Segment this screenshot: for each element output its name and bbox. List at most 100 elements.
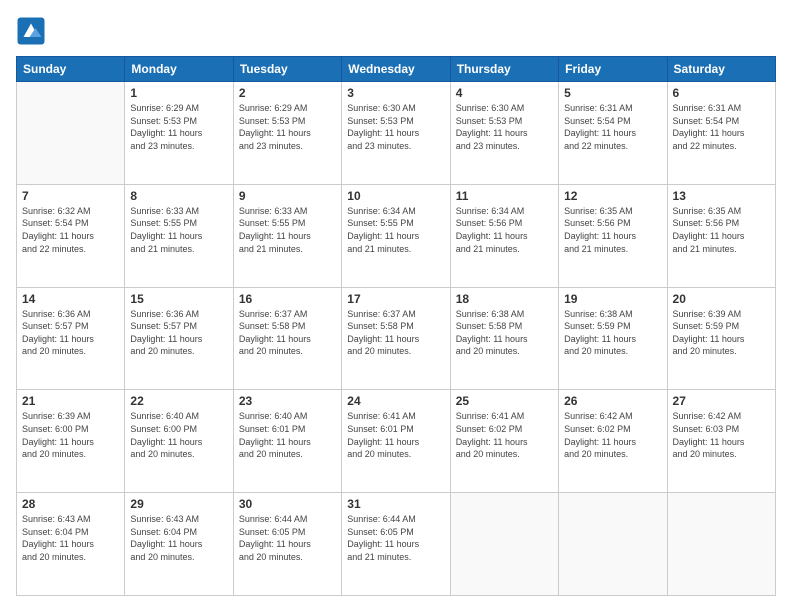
calendar-cell: [17, 82, 125, 185]
day-number: 31: [347, 497, 444, 511]
calendar-cell: 4Sunrise: 6:30 AM Sunset: 5:53 PM Daylig…: [450, 82, 558, 185]
day-info: Sunrise: 6:33 AM Sunset: 5:55 PM Dayligh…: [130, 205, 227, 255]
day-info: Sunrise: 6:29 AM Sunset: 5:53 PM Dayligh…: [239, 102, 336, 152]
day-number: 3: [347, 86, 444, 100]
calendar-table: SundayMondayTuesdayWednesdayThursdayFrid…: [16, 56, 776, 596]
day-number: 2: [239, 86, 336, 100]
day-info: Sunrise: 6:44 AM Sunset: 6:05 PM Dayligh…: [239, 513, 336, 563]
day-number: 15: [130, 292, 227, 306]
day-info: Sunrise: 6:38 AM Sunset: 5:59 PM Dayligh…: [564, 308, 661, 358]
calendar-week-row: 1 Sunrise: 6:29 AM Sunset: 5:53 PM Daylig…: [17, 82, 776, 185]
day-number: 12: [564, 189, 661, 203]
day-number: 9: [239, 189, 336, 203]
day-number: 26: [564, 394, 661, 408]
day-info: Sunrise: 6:37 AM Sunset: 5:58 PM Dayligh…: [347, 308, 444, 358]
day-info: Sunrise: 6:35 AM Sunset: 5:56 PM Dayligh…: [564, 205, 661, 255]
calendar-cell: 21 Sunrise: 6:39 AM Sunset: 6:00 PM Dayli…: [17, 390, 125, 493]
day-number: 10: [347, 189, 444, 203]
day-info: Sunrise: 6:35 AM Sunset: 5:56 PM Dayligh…: [673, 205, 770, 255]
calendar-cell: 22Sunrise: 6:40 AM Sunset: 6:00 PM Dayli…: [125, 390, 233, 493]
day-info: Sunrise: 6:42 AM Sunset: 6:03 PM Dayligh…: [673, 410, 770, 460]
day-info: Sunrise: 6:43 AM Sunset: 6:04 PM Dayligh…: [22, 513, 119, 563]
day-info: Sunrise: 6:44 AM Sunset: 6:05 PM Dayligh…: [347, 513, 444, 563]
day-number: 7: [22, 189, 119, 203]
day-number: 24: [347, 394, 444, 408]
day-info: Sunrise: 6:42 AM Sunset: 6:02 PM Dayligh…: [564, 410, 661, 460]
calendar-header-row: SundayMondayTuesdayWednesdayThursdayFrid…: [17, 57, 776, 82]
calendar-cell: 11Sunrise: 6:34 AM Sunset: 5:56 PM Dayli…: [450, 184, 558, 287]
calendar-cell: 2 Sunrise: 6:29 AM Sunset: 5:53 PM Daylig…: [233, 82, 341, 185]
day-info: Sunrise: 6:29 AM Sunset: 5:53 PM Dayligh…: [130, 102, 227, 152]
column-header-thursday: Thursday: [450, 57, 558, 82]
calendar-cell: 30Sunrise: 6:44 AM Sunset: 6:05 PM Dayli…: [233, 493, 341, 596]
day-number: 23: [239, 394, 336, 408]
calendar-cell: 15Sunrise: 6:36 AM Sunset: 5:57 PM Dayli…: [125, 287, 233, 390]
calendar-cell: 17 Sunrise: 6:37 AM Sunset: 5:58 PM Dayli…: [342, 287, 450, 390]
calendar-cell: 5 Sunrise: 6:31 AM Sunset: 5:54 PM Daylig…: [559, 82, 667, 185]
day-number: 14: [22, 292, 119, 306]
logo: [16, 16, 50, 46]
header: [16, 16, 776, 46]
day-number: 8: [130, 189, 227, 203]
day-info: Sunrise: 6:41 AM Sunset: 6:01 PM Dayligh…: [347, 410, 444, 460]
day-info: Sunrise: 6:31 AM Sunset: 5:54 PM Dayligh…: [564, 102, 661, 152]
column-header-saturday: Saturday: [667, 57, 775, 82]
calendar-cell: 10 Sunrise: 6:34 AM Sunset: 5:55 PM Dayli…: [342, 184, 450, 287]
calendar-cell: 27 Sunrise: 6:42 AM Sunset: 6:03 PM Dayli…: [667, 390, 775, 493]
calendar-cell: 6 Sunrise: 6:31 AM Sunset: 5:54 PM Daylig…: [667, 82, 775, 185]
calendar-cell: 3 Sunrise: 6:30 AM Sunset: 5:53 PM Daylig…: [342, 82, 450, 185]
day-info: Sunrise: 6:33 AM Sunset: 5:55 PM Dayligh…: [239, 205, 336, 255]
day-number: 18: [456, 292, 553, 306]
calendar-cell: 23 Sunrise: 6:40 AM Sunset: 6:01 PM Dayli…: [233, 390, 341, 493]
day-info: Sunrise: 6:34 AM Sunset: 5:55 PM Dayligh…: [347, 205, 444, 255]
calendar-week-row: 14Sunrise: 6:36 AM Sunset: 5:57 PM Dayli…: [17, 287, 776, 390]
day-number: 11: [456, 189, 553, 203]
day-number: 22: [130, 394, 227, 408]
calendar-week-row: 21 Sunrise: 6:39 AM Sunset: 6:00 PM Dayli…: [17, 390, 776, 493]
calendar-cell: 20 Sunrise: 6:39 AM Sunset: 5:59 PM Dayli…: [667, 287, 775, 390]
calendar-cell: 9 Sunrise: 6:33 AM Sunset: 5:55 PM Daylig…: [233, 184, 341, 287]
column-header-monday: Monday: [125, 57, 233, 82]
day-number: 16: [239, 292, 336, 306]
day-info: Sunrise: 6:41 AM Sunset: 6:02 PM Dayligh…: [456, 410, 553, 460]
day-number: 5: [564, 86, 661, 100]
page: SundayMondayTuesdayWednesdayThursdayFrid…: [0, 0, 792, 612]
day-info: Sunrise: 6:39 AM Sunset: 5:59 PM Dayligh…: [673, 308, 770, 358]
calendar-cell: [667, 493, 775, 596]
day-number: 27: [673, 394, 770, 408]
day-number: 19: [564, 292, 661, 306]
day-number: 20: [673, 292, 770, 306]
column-header-sunday: Sunday: [17, 57, 125, 82]
calendar-cell: 16 Sunrise: 6:37 AM Sunset: 5:58 PM Dayli…: [233, 287, 341, 390]
calendar-cell: 13 Sunrise: 6:35 AM Sunset: 5:56 PM Dayli…: [667, 184, 775, 287]
day-info: Sunrise: 6:31 AM Sunset: 5:54 PM Dayligh…: [673, 102, 770, 152]
calendar-cell: 28 Sunrise: 6:43 AM Sunset: 6:04 PM Dayli…: [17, 493, 125, 596]
day-number: 21: [22, 394, 119, 408]
day-info: Sunrise: 6:30 AM Sunset: 5:53 PM Dayligh…: [347, 102, 444, 152]
day-number: 1: [130, 86, 227, 100]
day-number: 6: [673, 86, 770, 100]
day-info: Sunrise: 6:39 AM Sunset: 6:00 PM Dayligh…: [22, 410, 119, 460]
column-header-friday: Friday: [559, 57, 667, 82]
calendar-cell: 14Sunrise: 6:36 AM Sunset: 5:57 PM Dayli…: [17, 287, 125, 390]
calendar-cell: [450, 493, 558, 596]
calendar-cell: 29 Sunrise: 6:43 AM Sunset: 6:04 PM Dayli…: [125, 493, 233, 596]
calendar-cell: 1 Sunrise: 6:29 AM Sunset: 5:53 PM Daylig…: [125, 82, 233, 185]
calendar-cell: 19 Sunrise: 6:38 AM Sunset: 5:59 PM Dayli…: [559, 287, 667, 390]
day-number: 13: [673, 189, 770, 203]
day-info: Sunrise: 6:30 AM Sunset: 5:53 PM Dayligh…: [456, 102, 553, 152]
day-info: Sunrise: 6:32 AM Sunset: 5:54 PM Dayligh…: [22, 205, 119, 255]
day-info: Sunrise: 6:40 AM Sunset: 6:01 PM Dayligh…: [239, 410, 336, 460]
column-header-wednesday: Wednesday: [342, 57, 450, 82]
calendar-week-row: 28 Sunrise: 6:43 AM Sunset: 6:04 PM Dayli…: [17, 493, 776, 596]
day-info: Sunrise: 6:43 AM Sunset: 6:04 PM Dayligh…: [130, 513, 227, 563]
calendar-cell: 12 Sunrise: 6:35 AM Sunset: 5:56 PM Dayli…: [559, 184, 667, 287]
logo-icon: [16, 16, 46, 46]
day-number: 28: [22, 497, 119, 511]
calendar-cell: [559, 493, 667, 596]
day-info: Sunrise: 6:37 AM Sunset: 5:58 PM Dayligh…: [239, 308, 336, 358]
day-number: 29: [130, 497, 227, 511]
calendar-cell: 8 Sunrise: 6:33 AM Sunset: 5:55 PM Daylig…: [125, 184, 233, 287]
day-number: 17: [347, 292, 444, 306]
day-info: Sunrise: 6:38 AM Sunset: 5:58 PM Dayligh…: [456, 308, 553, 358]
